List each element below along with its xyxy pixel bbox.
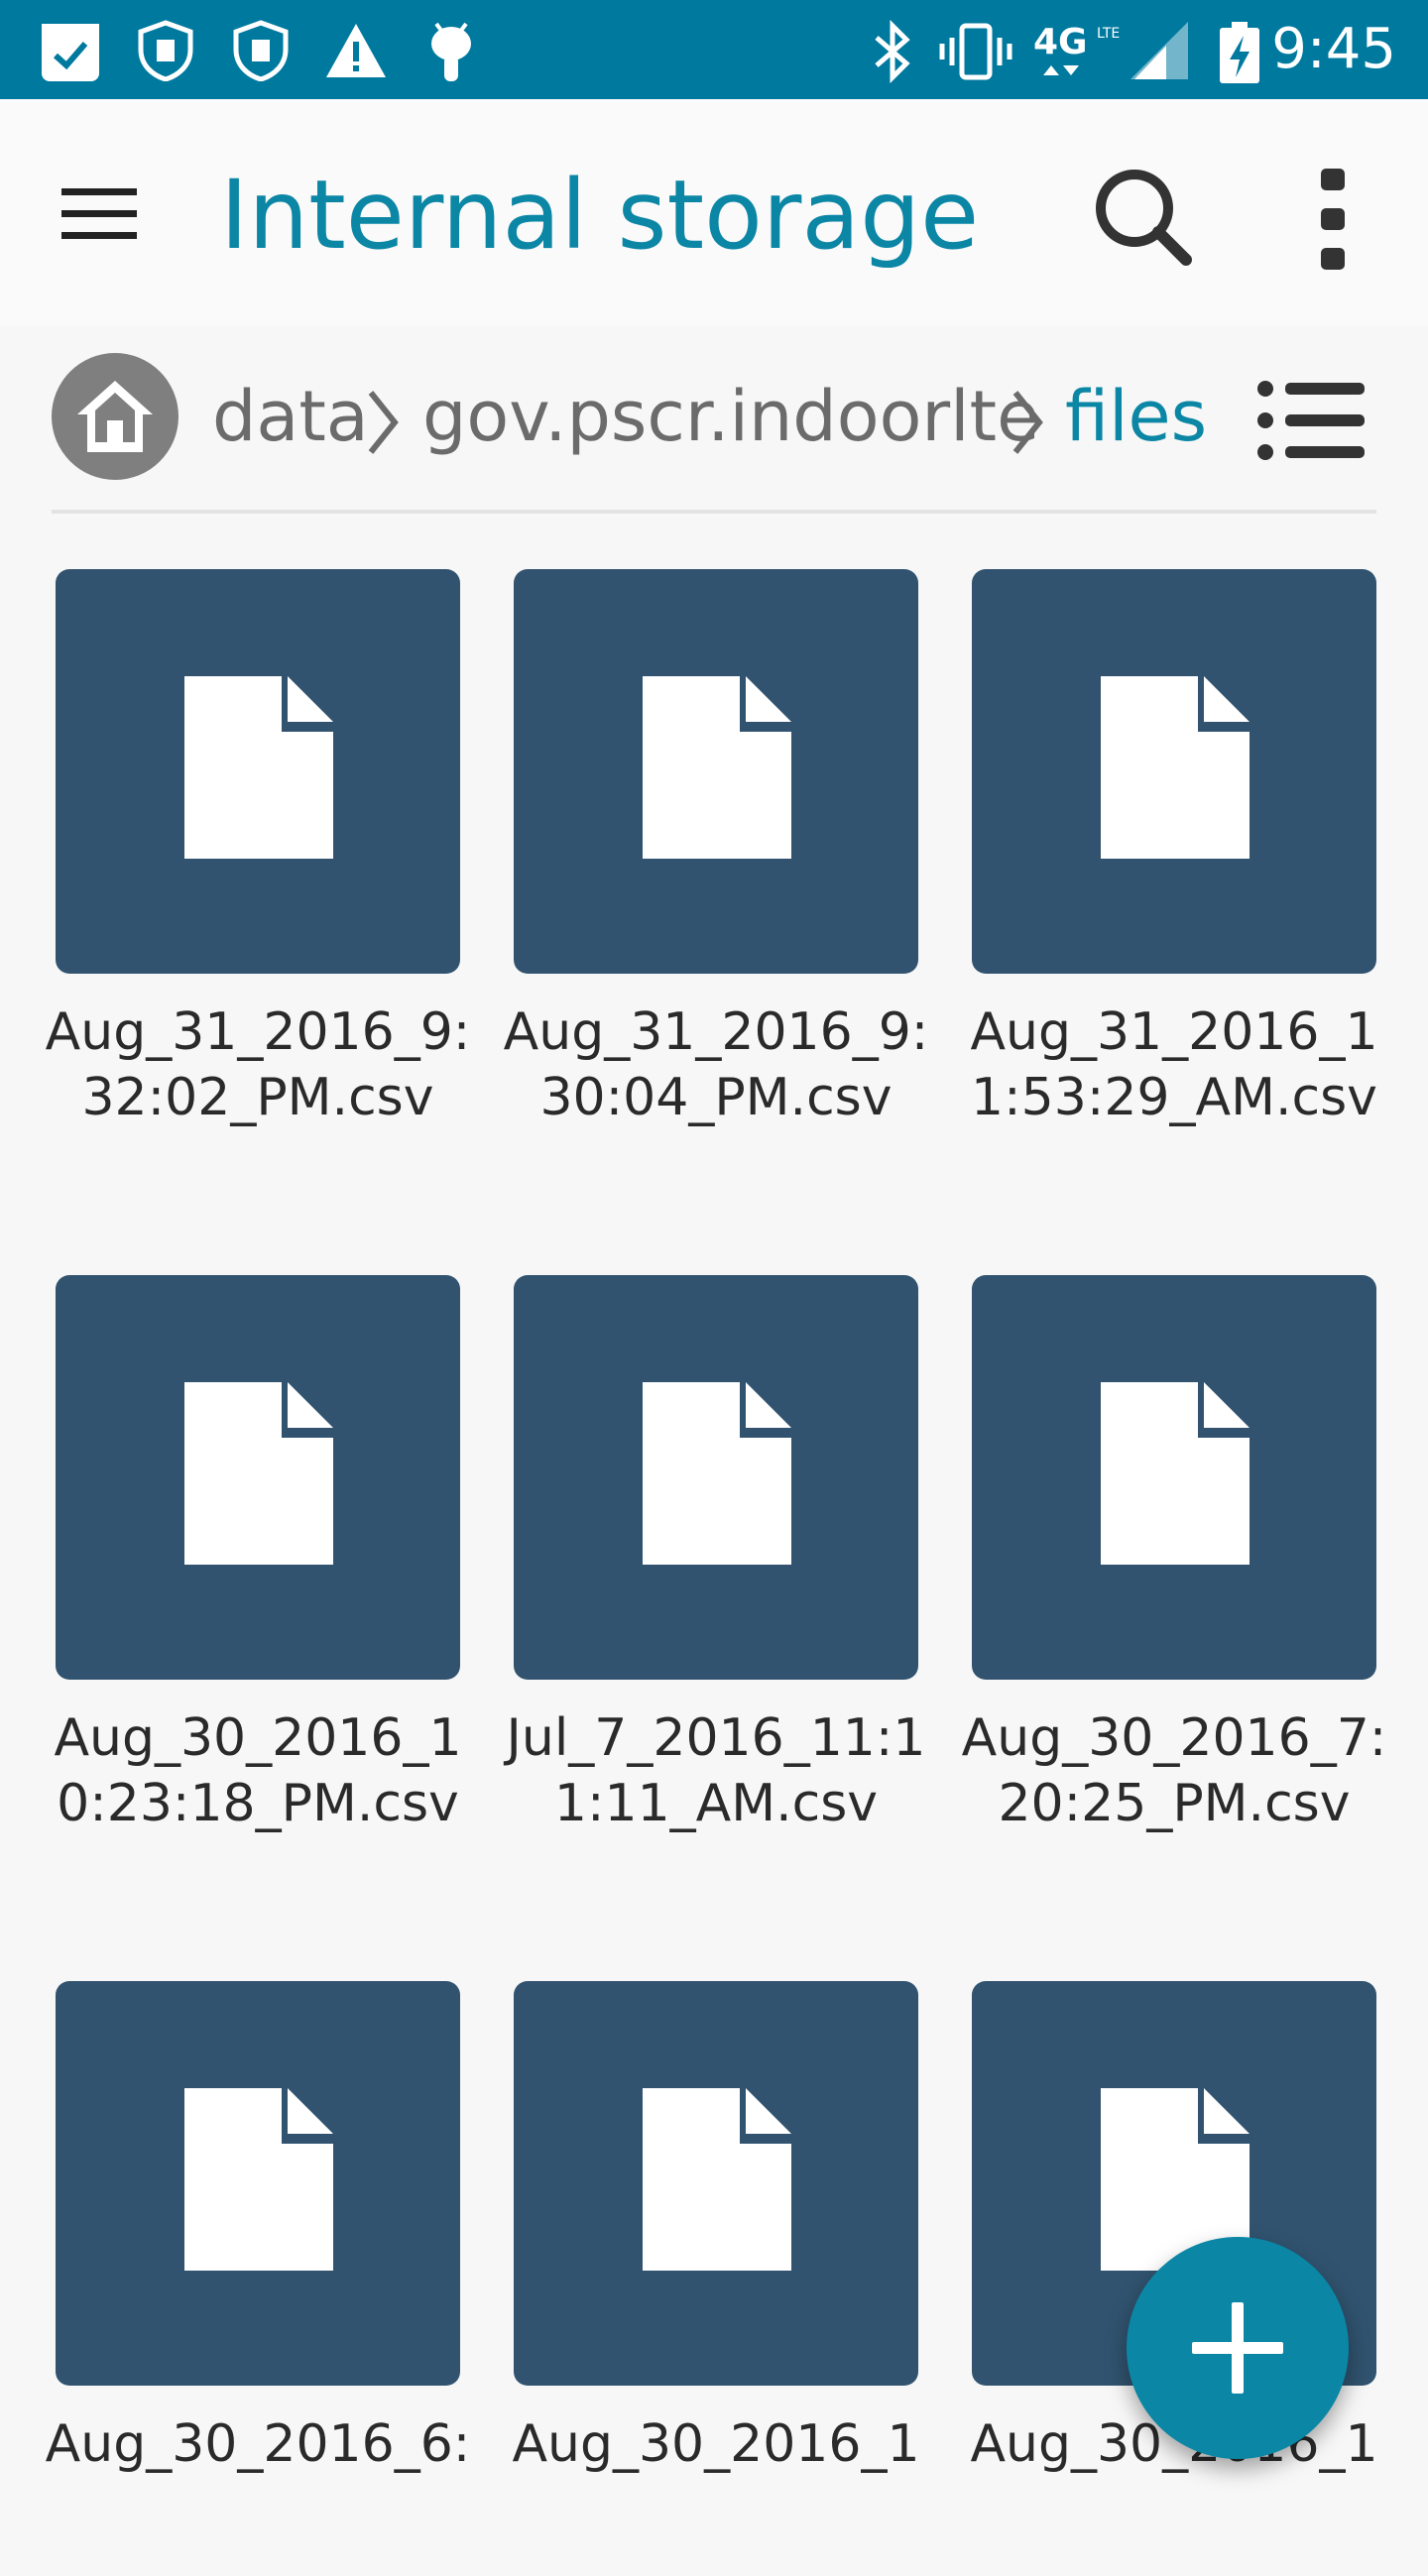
- file-icon: [184, 676, 333, 859]
- svg-text:LTE: LTE: [1097, 26, 1120, 42]
- calendar-check-icon: [42, 24, 99, 81]
- file-tile[interactable]: Aug_30_2016_6:: [46, 1981, 470, 2576]
- lte-icon: 4G LTE: [1033, 22, 1120, 75]
- network-type-label: 4G: [1033, 22, 1088, 62]
- bluetooth-icon: [875, 20, 910, 83]
- add-icon: [1192, 2302, 1283, 2394]
- file-tile[interactable]: Aug_31_2016_9:32:02_PM.csv: [46, 569, 470, 1164]
- shield-icon: [138, 20, 193, 81]
- file-name: Aug_30_2016_7:20:25_PM.csv: [961, 1708, 1387, 1833]
- list-view-icon: [1257, 381, 1365, 460]
- breadcrumb-item-data[interactable]: data: [212, 369, 369, 464]
- breadcrumb-item-files[interactable]: files: [1065, 369, 1207, 464]
- file-name: Aug_30_2016_6:: [45, 2414, 471, 2474]
- battery-charging-icon: [1220, 22, 1259, 83]
- file-name: Jul_7_2016_11:11:11_AM.csv: [506, 1708, 926, 1833]
- file-name: Aug_31_2016_9:30:04_PM.csv: [503, 1002, 929, 1127]
- search-icon: [1096, 170, 1192, 266]
- file-name: Aug_30_2016_10:23:18_PM.csv: [54, 1708, 462, 1833]
- android-icon: [431, 22, 471, 81]
- chevron-right-icon: [368, 391, 399, 454]
- file-icon: [1101, 676, 1250, 859]
- file-icon: [643, 1382, 791, 1565]
- app-toolbar: Internal storage: [0, 99, 1428, 325]
- breadcrumb: data gov.pscr.indoorlte files: [0, 325, 1428, 514]
- file-tile[interactable]: Aug_31_2016_11:53:29_AM.csv: [970, 569, 1378, 1164]
- clock: 9:45: [1271, 17, 1396, 81]
- add-fab-button[interactable]: [1127, 2237, 1349, 2459]
- status-bar: 4G LTE 9:45: [0, 0, 1428, 99]
- file-thumbnail: [514, 1275, 918, 1680]
- file-thumbnail: [56, 1981, 460, 2386]
- chevron-right-icon: [1012, 391, 1043, 454]
- file-tile[interactable]: Aug_31_2016_9:30:04_PM.csv: [504, 569, 928, 1164]
- shield-icon: [233, 20, 289, 81]
- file-thumbnail: [972, 1275, 1376, 1680]
- search-button[interactable]: [1083, 157, 1206, 280]
- file-name: Aug_30_2016_1: [512, 2414, 920, 2474]
- view-toggle-button[interactable]: [1251, 371, 1370, 470]
- overflow-menu-button[interactable]: [1289, 159, 1378, 282]
- home-icon: [77, 381, 153, 452]
- file-tile[interactable]: Aug_30_2016_1: [512, 1981, 920, 2576]
- file-thumbnail: [514, 1981, 918, 2386]
- page-title: Internal storage: [220, 160, 980, 271]
- warning-icon: [326, 24, 386, 77]
- file-icon: [184, 2088, 333, 2271]
- file-thumbnail: [972, 569, 1376, 974]
- file-tile[interactable]: Aug_30_2016_7:20:25_PM.csv: [962, 1275, 1386, 1870]
- breadcrumb-item-package[interactable]: gov.pscr.indoorlte: [422, 369, 1039, 464]
- hamburger-menu-icon: [61, 188, 137, 239]
- hamburger-menu-button[interactable]: [52, 167, 147, 262]
- file-icon: [643, 676, 791, 859]
- file-name: Aug_31_2016_9:32:02_PM.csv: [45, 1002, 471, 1127]
- file-tile[interactable]: Aug_30_2016_10:23:18_PM.csv: [54, 1275, 462, 1870]
- more-vert-icon: [1321, 169, 1345, 270]
- file-name: Aug_31_2016_11:53:29_AM.csv: [970, 1002, 1378, 1127]
- file-thumbnail: [56, 1275, 460, 1680]
- breadcrumb-home-button[interactable]: [52, 353, 178, 480]
- vibrate-icon: [939, 23, 1012, 80]
- file-tile[interactable]: Jul_7_2016_11:11:11_AM.csv: [507, 1275, 925, 1870]
- file-icon: [1101, 1382, 1250, 1565]
- file-thumbnail: [514, 569, 918, 974]
- breadcrumb-divider: [52, 510, 1376, 514]
- signal-icon: [1130, 22, 1188, 79]
- file-icon: [184, 1382, 333, 1565]
- file-thumbnail: [56, 569, 460, 974]
- file-icon: [643, 2088, 791, 2271]
